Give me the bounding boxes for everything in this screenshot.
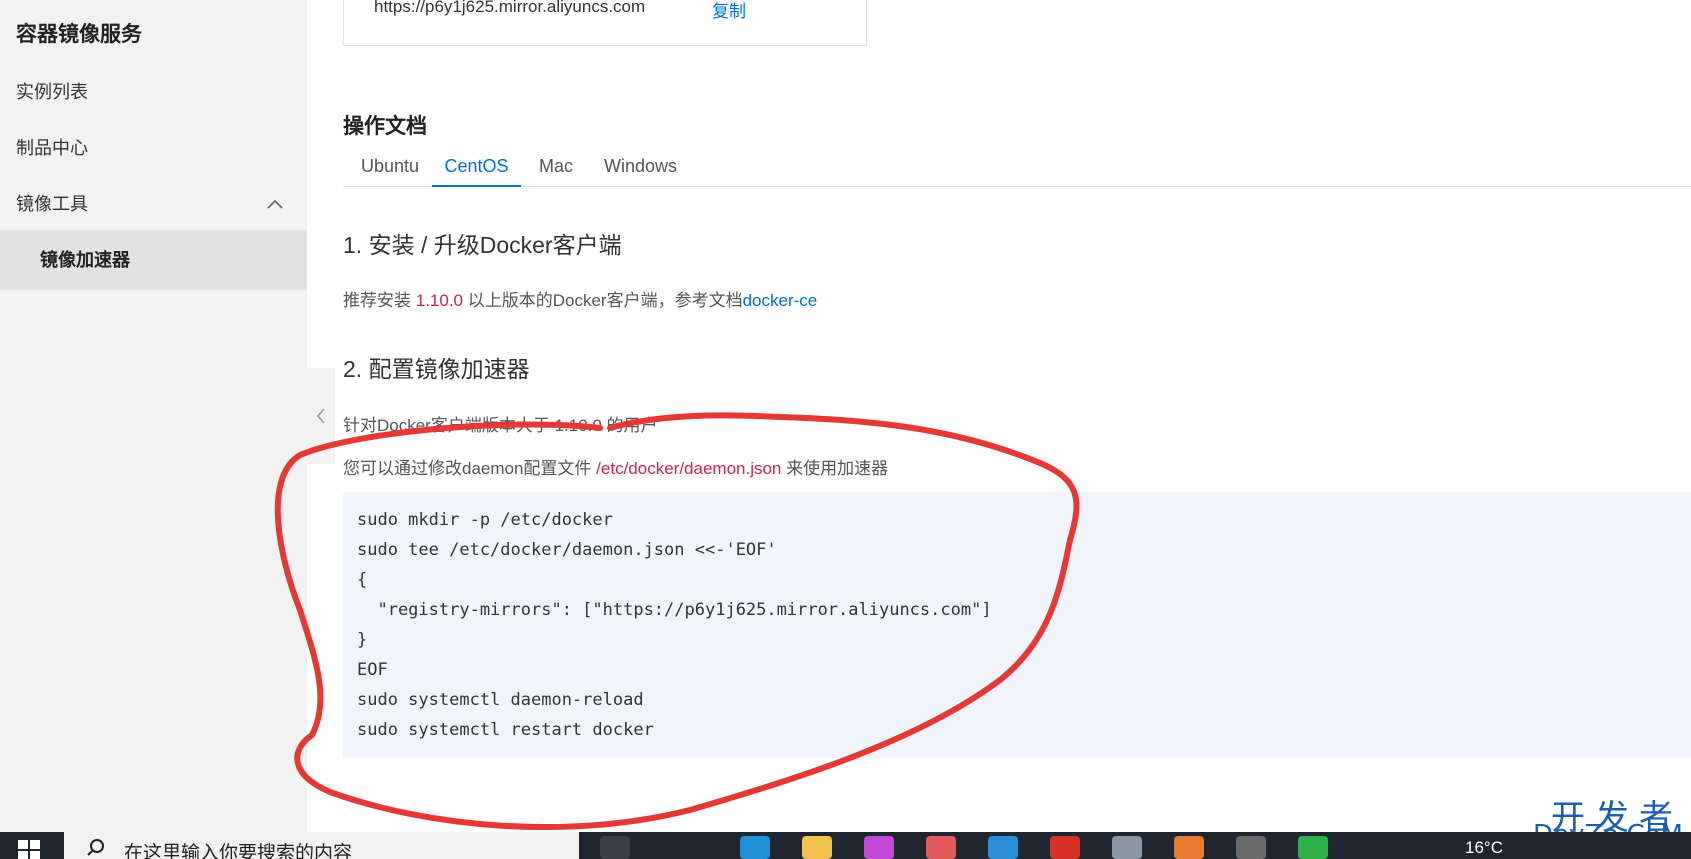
code-line: { [357, 570, 368, 590]
docs-title: 操作文档 [343, 115, 427, 138]
step2-text-before: 您可以通过修改daemon配置文件 [343, 459, 597, 478]
app-icon[interactable] [1174, 836, 1204, 859]
search-placeholder: 在这里输入你要搜索的内容 [124, 843, 353, 859]
sidebar-title: 容器镜像服务 [16, 23, 142, 46]
wechat-icon[interactable] [1298, 836, 1328, 859]
main-content: https://p6y1j625.mirror.aliyuncs.com 复制 … [307, 0, 1691, 832]
accelerator-address-box: https://p6y1j625.mirror.aliyuncs.com 复制 [343, 0, 867, 46]
step2-heading: 2. 配置镜像加速器 [343, 356, 530, 382]
sidebar: 容器镜像服务 实例列表 制品中心 镜像工具 镜像加速器 [0, 0, 307, 832]
code-line: sudo mkdir -p /etc/docker [357, 510, 613, 530]
docker-ce-link[interactable]: docker-ce [743, 291, 818, 310]
code-block[interactable]: sudo mkdir -p /etc/docker sudo tee /etc/… [343, 492, 1691, 758]
app-icon[interactable] [926, 836, 956, 859]
tab-ubuntu[interactable]: Ubuntu [361, 146, 419, 187]
code-line: sudo systemctl restart docker [357, 720, 654, 740]
sidebar-item-image-tools[interactable]: 镜像工具 [0, 174, 307, 234]
code-line: } [357, 630, 368, 650]
sidebar-item-label: 镜像工具 [16, 194, 88, 214]
code-line: EOF [357, 660, 388, 680]
step1-heading: 1. 安装 / 升级Docker客户端 [343, 232, 622, 258]
step2-line2: 您可以通过修改daemon配置文件 /etc/docker/daemon.jso… [343, 454, 888, 479]
windows-start-icon[interactable] [18, 840, 40, 859]
tab-windows[interactable]: Windows [604, 146, 677, 187]
app-icon[interactable] [864, 836, 894, 859]
sidebar-item-artifacts[interactable]: 制品中心 [0, 118, 307, 178]
step1-text: 推荐安装 1.10.0 以上版本的Docker客户端，参考文档docker-ce [343, 286, 817, 311]
sidebar-item-image-accelerator[interactable]: 镜像加速器 [0, 230, 307, 290]
sidebar-item-instances[interactable]: 实例列表 [0, 62, 307, 122]
weather-temperature[interactable]: 16°C [1465, 838, 1503, 858]
accelerator-url: https://p6y1j625.mirror.aliyuncs.com [374, 0, 646, 16]
step2-text-after: 来使用加速器 [781, 459, 889, 478]
step1-text-before: 推荐安装 [343, 291, 416, 310]
app-icon[interactable] [1050, 836, 1080, 859]
app-icon[interactable] [988, 836, 1018, 859]
system-tray: 16°C [1361, 832, 1691, 859]
config-path: /etc/docker/daemon.json [596, 459, 782, 478]
search-icon [87, 839, 104, 856]
windows-taskbar: 在这里输入你要搜索的内容 16°C [0, 832, 1691, 859]
code-line: sudo systemctl daemon-reload [357, 690, 644, 710]
code-line: sudo tee /etc/docker/daemon.json <<-'EOF… [357, 540, 777, 560]
step2-line1: 针对Docker客户端版本大于 1.10.0 的用户 [343, 416, 658, 435]
step1-text-after: 以上版本的Docker客户端，参考文档 [463, 291, 743, 310]
app-icon[interactable] [1112, 836, 1142, 859]
os-tabs: Ubuntu CentOS Mac Windows [343, 146, 1691, 187]
version-highlight: 1.10.0 [415, 291, 463, 310]
file-explorer-icon[interactable] [802, 836, 832, 859]
tab-centos[interactable]: CentOS [432, 146, 521, 187]
copy-button[interactable]: 复制 [712, 0, 746, 22]
chevron-up-icon[interactable] [265, 174, 285, 234]
app-icon[interactable] [1236, 836, 1266, 859]
taskbar-search-box[interactable]: 在这里输入你要搜索的内容 [64, 832, 579, 859]
tab-mac[interactable]: Mac [539, 146, 573, 187]
task-view-icon[interactable] [600, 836, 630, 859]
edge-browser-icon[interactable] [740, 836, 770, 859]
code-line: "registry-mirrors": ["https://p6y1j625.m… [357, 600, 992, 620]
app-window: 容器镜像服务 实例列表 制品中心 镜像工具 镜像加速器 https://p6y1… [0, 0, 1691, 859]
